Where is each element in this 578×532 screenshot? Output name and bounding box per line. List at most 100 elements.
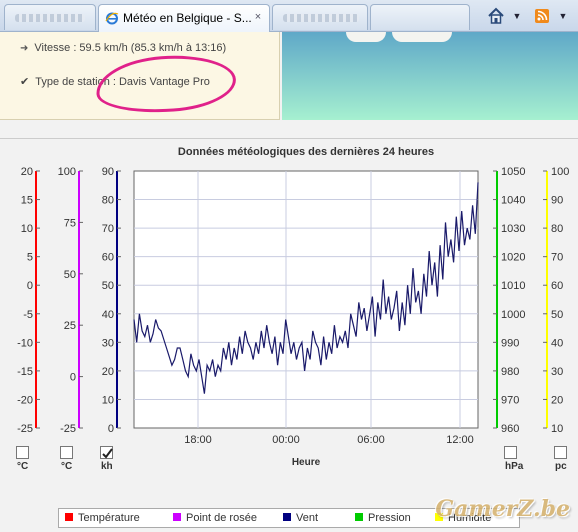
dew_point-tick-label: -25 xyxy=(60,423,76,435)
browser-tab-bar: Météo en Belgique - S... × ▼ ▼ xyxy=(0,0,578,32)
axis-toggle-label: °C xyxy=(17,461,29,472)
wind-tick-label: 0 xyxy=(108,423,114,435)
watermark-logo: GamerZ.be xyxy=(435,496,570,522)
temperature-tick-label: -15 xyxy=(17,366,33,378)
arrow-right-icon: ➜ xyxy=(20,43,29,54)
wind-tick-label: 50 xyxy=(102,280,114,292)
station-info-panel: ➜ Vitesse : 59.5 km/h (85.3 km/h à 13:16)… xyxy=(0,32,280,120)
axis-toggle-label: kh xyxy=(101,461,113,472)
browser-tab-active[interactable]: Météo en Belgique - S... × xyxy=(98,4,270,32)
wind-tick-label: 70 xyxy=(102,223,114,235)
browser-tab-4[interactable] xyxy=(370,4,470,30)
legend-swatch xyxy=(65,513,73,521)
x-tick-label: 00:00 xyxy=(272,434,300,446)
weather-sky-image xyxy=(282,32,578,120)
axis-toggle-label: pc xyxy=(555,461,567,472)
dew_point-tick-label: 25 xyxy=(64,320,76,332)
temperature-tick-label: -5 xyxy=(23,309,33,321)
humidity-tick-label: 10 xyxy=(551,423,563,435)
redacted-tab-title xyxy=(15,14,85,22)
legend-label: Point de rosée xyxy=(186,512,257,524)
ie-icon xyxy=(105,12,119,25)
temperature-tick-label: 20 xyxy=(21,166,33,178)
axis-toggle-checkbox[interactable] xyxy=(16,446,29,459)
x-tick-label: 18:00 xyxy=(184,434,212,446)
pressure-tick-label: 1040 xyxy=(501,195,525,207)
legend-label: Vent xyxy=(296,512,319,524)
wind-tick-label: 80 xyxy=(102,195,114,207)
legend-item: Point de rosée xyxy=(173,512,257,524)
rss-feed-icon[interactable] xyxy=(532,6,552,26)
axis-toggle-checkbox[interactable] xyxy=(100,446,113,459)
temperature-tick-label: 10 xyxy=(21,223,33,235)
legend-swatch xyxy=(173,513,181,521)
legend-item: Vent xyxy=(283,512,318,524)
plot-area xyxy=(133,170,479,429)
humidity-tick-label: 100 xyxy=(551,166,569,178)
legend-label: Température xyxy=(78,512,140,524)
wind-tick-label: 40 xyxy=(102,309,114,321)
axis-toggle-checkbox[interactable] xyxy=(504,446,517,459)
active-tab-title: Météo en Belgique - S... xyxy=(123,11,252,25)
temperature-tick-label: 15 xyxy=(21,195,33,207)
legend-item: Pression xyxy=(355,512,411,524)
pressure-tick-label: 1030 xyxy=(501,223,525,235)
wind-tick-label: 10 xyxy=(102,394,114,406)
humidity-tick-label: 40 xyxy=(551,337,563,349)
humidity-tick-label: 90 xyxy=(551,195,563,207)
axis-toggle-checkbox[interactable] xyxy=(60,446,73,459)
temperature-tick-label: -10 xyxy=(17,337,33,349)
humidity-tick-label: 60 xyxy=(551,280,563,292)
legend-item: Température xyxy=(65,512,140,524)
dew_point-tick-label: 75 xyxy=(64,217,76,229)
chart-title: Données météologiques des dernières 24 h… xyxy=(178,146,434,158)
pressure-tick-label: 1010 xyxy=(501,280,525,292)
humidity-tick-label: 50 xyxy=(551,309,563,321)
humidity-tick-label: 30 xyxy=(551,366,563,378)
temperature-tick-label: 0 xyxy=(27,280,33,292)
axis-toggle-label: hPa xyxy=(505,461,524,472)
pressure-tick-label: 970 xyxy=(501,394,519,406)
x-tick-label: 12:00 xyxy=(446,434,474,446)
x-axis-label: Heure xyxy=(292,457,321,468)
wind-speed-text: Vitesse : 59.5 km/h (85.3 km/h à 13:16) xyxy=(34,42,227,54)
dew_point-tick-label: 100 xyxy=(58,166,76,178)
wind-tick-label: 90 xyxy=(102,166,114,178)
dew_point-tick-label: 50 xyxy=(64,269,76,281)
browser-tab-1[interactable] xyxy=(4,4,96,30)
pink-circle-annotation xyxy=(94,51,238,117)
wind-tick-label: 30 xyxy=(102,337,114,349)
legend-label: Pression xyxy=(368,512,411,524)
legend-swatch xyxy=(283,513,291,521)
humidity-tick-label: 80 xyxy=(551,223,563,235)
wind-tick-label: 60 xyxy=(102,252,114,264)
feed-dropdown-icon[interactable]: ▼ xyxy=(558,6,568,26)
pressure-tick-label: 980 xyxy=(501,366,519,378)
pressure-tick-label: 1050 xyxy=(501,166,525,178)
pressure-tick-label: 1020 xyxy=(501,252,525,264)
pressure-tick-label: 1000 xyxy=(501,309,525,321)
home-icon[interactable] xyxy=(486,6,506,26)
axis-toggle-checkbox[interactable] xyxy=(554,446,567,459)
humidity-tick-label: 20 xyxy=(551,394,563,406)
dew_point-tick-label: 0 xyxy=(70,372,76,384)
home-dropdown-icon[interactable]: ▼ xyxy=(512,6,522,26)
humidity-tick-label: 70 xyxy=(551,252,563,264)
pressure-tick-label: 960 xyxy=(501,423,519,435)
temperature-tick-label: -20 xyxy=(17,394,33,406)
pressure-tick-label: 990 xyxy=(501,337,519,349)
checkmark-icon: ✔ xyxy=(20,76,30,88)
legend-swatch xyxy=(355,513,363,521)
close-tab-button[interactable]: × xyxy=(251,10,265,24)
wind-tick-label: 20 xyxy=(102,366,114,378)
temperature-tick-label: -25 xyxy=(17,423,33,435)
weather-chart-panel: Données météologiques des dernières 24 h… xyxy=(0,138,578,531)
wind-speed-row: ➜ Vitesse : 59.5 km/h (85.3 km/h à 13:16) xyxy=(20,42,226,54)
cloud-icon xyxy=(346,32,386,42)
axis-toggle-label: °C xyxy=(61,461,73,472)
weather-chart: Données météologiques des dernières 24 h… xyxy=(17,146,569,468)
temperature-tick-label: 5 xyxy=(27,252,33,264)
cloud-icon xyxy=(392,32,452,42)
browser-tab-3[interactable] xyxy=(272,4,368,30)
redacted-tab-title xyxy=(283,14,359,22)
